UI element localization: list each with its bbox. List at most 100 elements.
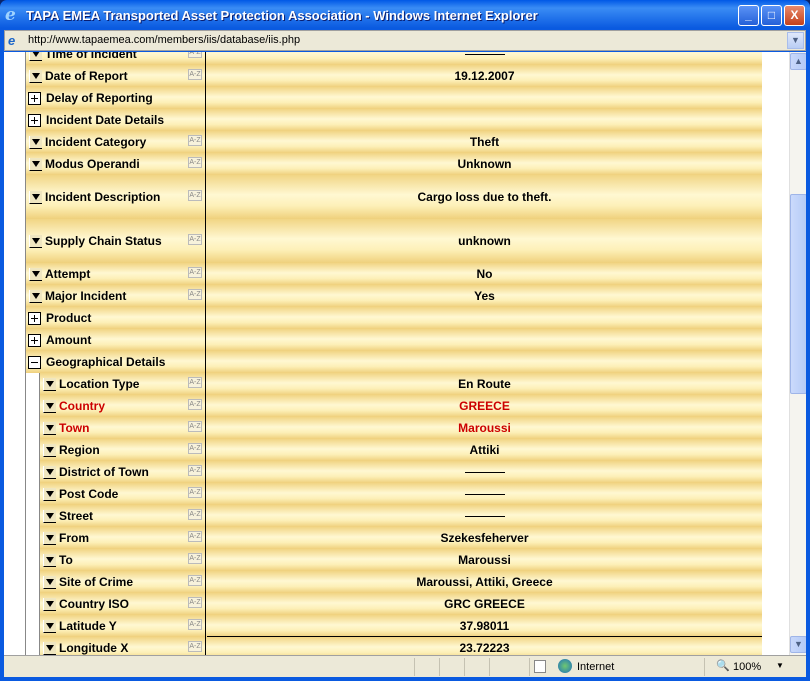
sort-az-icon[interactable]: A-Z <box>188 465 202 476</box>
address-bar[interactable]: e http://www.tapaemea.com/members/iis/da… <box>4 30 806 51</box>
expand-arrow-icon[interactable] <box>29 135 42 149</box>
url-text[interactable]: http://www.tapaemea.com/members/iis/data… <box>28 34 300 46</box>
sort-az-icon[interactable]: A-Z <box>188 531 202 542</box>
field-value <box>207 483 762 505</box>
table-row: Region A-Z Attiki <box>26 439 762 461</box>
field-label-text: To <box>59 553 73 567</box>
sort-az-icon[interactable]: A-Z <box>188 421 202 432</box>
field-value-text: Maroussi, Attiki, Greece <box>416 575 553 589</box>
status-bar: Internet 🔍 100% ▼ <box>4 655 806 677</box>
sort-az-icon[interactable]: A-Z <box>188 487 202 498</box>
expand-arrow-icon[interactable] <box>29 52 42 61</box>
field-value-text: Maroussi <box>458 553 511 567</box>
close-button[interactable]: X <box>784 5 805 26</box>
sort-az-icon[interactable]: A-Z <box>188 597 202 608</box>
sort-az-icon[interactable]: A-Z <box>188 69 202 80</box>
sort-az-icon[interactable]: A-Z <box>188 641 202 652</box>
sort-az-icon[interactable]: A-Z <box>188 157 202 168</box>
field-value-text: Szekesfeherver <box>440 531 529 545</box>
table-row: Town A-Z Maroussi <box>26 417 762 439</box>
table-row: Modus Operandi A-Z Unknown <box>26 153 762 175</box>
sort-az-icon[interactable]: A-Z <box>188 289 202 300</box>
field-value: unknown <box>207 219 762 263</box>
expand-arrow-icon[interactable] <box>43 531 56 545</box>
field-label: Amount <box>26 329 206 351</box>
expand-arrow-icon[interactable] <box>29 69 42 83</box>
field-value: 19.12.2007 <box>207 65 762 87</box>
table-row: Incident Description A-Z Cargo loss due to… <box>26 175 762 219</box>
table-row: From A-Z Szekesfeherver <box>26 527 762 549</box>
plus-box-icon[interactable] <box>28 113 41 127</box>
table-row: Amount <box>26 329 762 351</box>
expand-arrow-icon[interactable] <box>43 377 56 391</box>
field-label: From A-Z <box>26 527 206 549</box>
expand-arrow-icon[interactable] <box>43 553 56 567</box>
field-label: Country ISO A-Z <box>26 593 206 615</box>
field-label-text: Street <box>59 509 94 523</box>
sort-az-icon[interactable]: A-Z <box>188 267 202 278</box>
expand-arrow-icon[interactable] <box>43 399 56 413</box>
field-value <box>207 461 762 483</box>
expand-arrow-icon[interactable] <box>43 509 56 523</box>
scroll-thumb[interactable] <box>790 194 806 394</box>
popup-blocker-icon[interactable] <box>534 660 546 673</box>
field-label-text: Site of Crime <box>59 575 134 589</box>
sort-az-icon[interactable]: A-Z <box>188 553 202 564</box>
sort-az-icon[interactable]: A-Z <box>188 619 202 630</box>
expand-arrow-icon[interactable] <box>29 289 42 303</box>
field-label-text: Longitude X <box>59 641 129 655</box>
field-label: Supply Chain Status A-Z <box>26 219 206 263</box>
expand-arrow-icon[interactable] <box>43 443 56 457</box>
scroll-down-button[interactable]: ▼ <box>790 636 806 653</box>
sort-az-icon[interactable]: A-Z <box>188 509 202 520</box>
plus-box-icon[interactable] <box>28 311 41 325</box>
sort-az-icon[interactable]: A-Z <box>188 190 202 201</box>
sort-az-icon[interactable]: A-Z <box>188 135 202 146</box>
expand-arrow-icon[interactable] <box>29 234 42 248</box>
expand-arrow-icon[interactable] <box>43 597 56 611</box>
vertical-scrollbar[interactable]: ▲ ▼ <box>789 52 806 655</box>
sort-az-icon[interactable]: A-Z <box>188 399 202 410</box>
field-value: No <box>207 263 762 285</box>
sort-az-icon[interactable]: A-Z <box>188 234 202 245</box>
field-label: Location Type A-Z <box>26 373 206 395</box>
field-label-text: Incident Date Details <box>46 113 165 127</box>
field-label-text: Country <box>59 399 105 413</box>
table-row: Supply Chain Status A-Z unknown <box>26 219 762 263</box>
expand-arrow-icon[interactable] <box>43 465 56 479</box>
sort-az-icon[interactable]: A-Z <box>188 575 202 586</box>
field-value <box>207 505 762 527</box>
zoom-dropdown-icon[interactable]: ▼ <box>776 661 784 670</box>
field-label: Region A-Z <box>26 439 206 461</box>
field-label-text: Country ISO <box>59 597 130 611</box>
expand-arrow-icon[interactable] <box>43 575 56 589</box>
expand-arrow-icon[interactable] <box>43 619 56 633</box>
minimize-button[interactable]: _ <box>738 5 759 26</box>
sort-az-icon[interactable]: A-Z <box>188 52 202 58</box>
field-label-text: Town <box>59 421 90 435</box>
plus-box-icon[interactable] <box>28 333 41 347</box>
expand-arrow-icon[interactable] <box>43 641 56 655</box>
sort-az-icon[interactable]: A-Z <box>188 443 202 454</box>
plus-box-icon[interactable] <box>28 91 41 105</box>
scroll-up-button[interactable]: ▲ <box>790 53 806 70</box>
field-label: Date of Report A-Z <box>26 65 206 87</box>
expand-arrow-icon[interactable] <box>29 190 42 204</box>
table-row: Date of Report A-Z 19.12.2007 <box>26 65 762 87</box>
expand-arrow-icon[interactable] <box>43 487 56 501</box>
field-value <box>207 109 762 131</box>
expand-arrow-icon[interactable] <box>43 421 56 435</box>
field-label-text: Latitude Y <box>59 619 117 633</box>
zoom-level[interactable]: 100% <box>733 661 761 673</box>
field-value-text: En Route <box>458 377 511 391</box>
table-row: Longitude X A-Z 23.72223 <box>26 637 762 655</box>
field-label-text: Date of Report <box>45 69 128 83</box>
maximize-button[interactable]: □ <box>761 5 782 26</box>
expand-arrow-icon[interactable] <box>29 267 42 281</box>
sort-az-icon[interactable]: A-Z <box>188 377 202 388</box>
address-dropdown-button[interactable]: ▼ <box>787 32 804 49</box>
minus-box-icon[interactable] <box>28 355 41 369</box>
expand-arrow-icon[interactable] <box>29 157 42 171</box>
field-value-text: No <box>476 267 493 281</box>
page-icon: e <box>8 33 16 48</box>
